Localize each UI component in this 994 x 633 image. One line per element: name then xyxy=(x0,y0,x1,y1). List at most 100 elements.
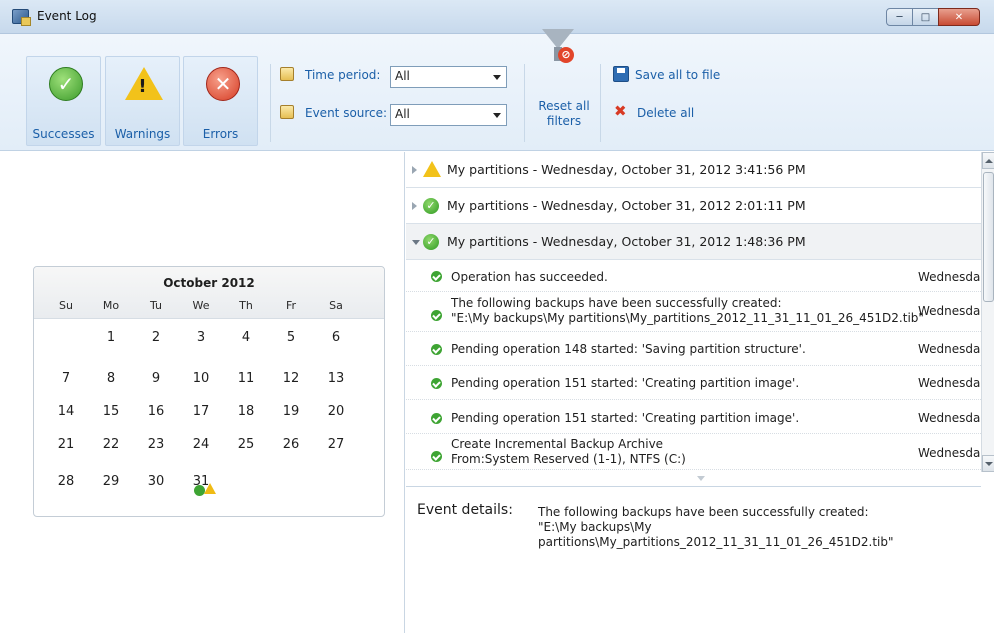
calendar-day[interactable]: 3 xyxy=(181,330,221,345)
event-entry-row[interactable]: Operation has succeeded. Wednesda xyxy=(406,260,981,292)
calendar-day[interactable]: 16 xyxy=(136,404,176,419)
event-entry-row[interactable]: The following backups have been successf… xyxy=(406,292,981,332)
warning-icon xyxy=(423,161,441,177)
title-bar: Event Log ─ □ ✕ xyxy=(0,0,994,34)
event-group-row-expanded[interactable]: ✓ My partitions - Wednesday, October 31,… xyxy=(406,224,981,260)
calendar-day[interactable]: 30 xyxy=(136,474,176,489)
event-details-label: Event details: xyxy=(417,502,513,518)
calendar-day[interactable]: 29 xyxy=(91,474,131,489)
scroll-down-button[interactable] xyxy=(982,455,994,472)
calendar-day[interactable]: 1 xyxy=(91,330,131,345)
calendar-day[interactable]: 18 xyxy=(226,404,266,419)
toolbar-separator xyxy=(600,64,601,142)
calendar-day[interactable]: 14 xyxy=(46,404,86,419)
event-list: My partitions - Wednesday, October 31, 2… xyxy=(406,152,981,487)
warning-mark-icon: ! xyxy=(138,76,147,97)
success-icon: ✓ xyxy=(423,234,439,250)
event-details-text: The following backups have been successf… xyxy=(538,505,894,549)
calendar-day[interactable]: 9 xyxy=(136,371,176,386)
success-icon xyxy=(431,451,442,462)
calendar-day[interactable]: 6 xyxy=(316,330,356,345)
calendar-day[interactable]: 27 xyxy=(316,437,356,452)
calendar-day[interactable]: 4 xyxy=(226,330,266,345)
event-entry-row[interactable]: Create Incremental Backup Archive From:S… xyxy=(406,434,981,470)
warnings-filter-button[interactable]: ! Warnings xyxy=(105,56,180,146)
event-entry-row[interactable]: Pending operation 151 started: 'Creating… xyxy=(406,400,981,434)
calendar-day[interactable]: 25 xyxy=(226,437,266,452)
reset-filters-label[interactable]: Reset all filters xyxy=(529,99,599,129)
event-entry-date: Wednesda xyxy=(918,342,981,356)
success-icon xyxy=(431,271,442,282)
event-source-icon xyxy=(280,105,294,119)
calendar-day[interactable]: 26 xyxy=(271,437,311,452)
toolbar: ✓ Successes ! Warnings ✕ Errors Time per… xyxy=(0,34,994,151)
successes-filter-button[interactable]: ✓ Successes xyxy=(26,56,101,146)
more-arrow-icon xyxy=(697,476,705,481)
time-period-value: All xyxy=(395,69,410,83)
weekday-label: Mo xyxy=(102,299,120,312)
maximize-button[interactable]: □ xyxy=(912,8,939,26)
errors-filter-button[interactable]: ✕ Errors xyxy=(183,56,258,146)
event-entry-date: Wednesda xyxy=(918,270,981,284)
calendar-day[interactable]: 2 xyxy=(136,330,176,345)
chevron-down-icon xyxy=(493,75,501,80)
event-source-value: All xyxy=(395,107,410,121)
delete-icon[interactable]: ✖ xyxy=(614,104,630,120)
time-period-select[interactable]: All xyxy=(390,66,507,88)
reset-filters-button[interactable]: ⊘ xyxy=(542,29,576,65)
event-source-select[interactable]: All xyxy=(390,104,507,126)
minimize-button[interactable]: ─ xyxy=(886,8,913,26)
warnings-label: Warnings xyxy=(114,127,171,141)
calendar-day[interactable]: 22 xyxy=(91,437,131,452)
calendar-day[interactable]: 11 xyxy=(226,371,266,386)
expand-arrow-icon[interactable] xyxy=(412,202,417,210)
scroll-up-button[interactable] xyxy=(982,152,994,169)
calendar-day[interactable]: 17 xyxy=(181,404,221,419)
delete-all-button[interactable]: Delete all xyxy=(637,106,694,120)
calendar-day[interactable]: 12 xyxy=(271,371,311,386)
save-all-button[interactable]: Save all to file xyxy=(635,68,720,82)
calendar: October 2012 Su Mo Tu We Th Fr Sa 123456… xyxy=(33,266,385,517)
scroll-thumb[interactable] xyxy=(983,172,994,302)
calendar-day[interactable]: 23 xyxy=(136,437,176,452)
weekday-label: Tu xyxy=(149,299,163,312)
weekday-label: Su xyxy=(59,299,73,312)
calendar-day[interactable]: 13 xyxy=(316,371,356,386)
calendar-day[interactable]: 15 xyxy=(91,404,131,419)
collapse-arrow-icon[interactable] xyxy=(412,240,420,245)
calendar-day[interactable]: 10 xyxy=(181,371,221,386)
event-group-row[interactable]: My partitions - Wednesday, October 31, 2… xyxy=(406,152,981,188)
calendar-day[interactable]: 8 xyxy=(91,371,131,386)
event-entry-row[interactable]: Pending operation 151 started: 'Creating… xyxy=(406,366,981,400)
calendar-day[interactable]: 19 xyxy=(271,404,311,419)
errors-label: Errors xyxy=(202,127,239,141)
event-entry-date: Wednesda xyxy=(918,446,981,460)
save-icon[interactable] xyxy=(613,66,629,82)
event-list-scrollbar[interactable] xyxy=(981,152,994,472)
event-entry-text: Pending operation 148 started: 'Saving p… xyxy=(451,342,806,356)
toolbar-separator xyxy=(524,64,525,142)
window-controls: ─ □ ✕ xyxy=(886,8,980,26)
success-icon: ✓ xyxy=(423,198,439,214)
calendar-day[interactable]: 24 xyxy=(181,437,221,452)
event-entry-text: The following backups have been successf… xyxy=(451,296,924,325)
expand-arrow-icon[interactable] xyxy=(412,166,417,174)
calendar-day[interactable]: 28 xyxy=(46,474,86,489)
successes-label: Successes xyxy=(32,127,95,141)
calendar-day[interactable]: 5 xyxy=(271,330,311,345)
weekday-label: Fr xyxy=(285,299,297,312)
event-group-title: My partitions - Wednesday, October 31, 2… xyxy=(447,234,806,249)
event-entry-date: Wednesda xyxy=(918,376,981,390)
weekday-label: We xyxy=(192,299,210,312)
calendar-day[interactable]: 7 xyxy=(46,371,86,386)
event-entry-text: Pending operation 151 started: 'Creating… xyxy=(451,411,800,425)
toolbar-separator xyxy=(270,64,271,142)
close-button[interactable]: ✕ xyxy=(938,8,980,26)
event-group-row[interactable]: ✓ My partitions - Wednesday, October 31,… xyxy=(406,188,981,224)
calendar-day[interactable]: 20 xyxy=(316,404,356,419)
event-entry-row[interactable]: Pending operation 148 started: 'Saving p… xyxy=(406,332,981,366)
window-title: Event Log xyxy=(37,9,97,23)
calendar-day[interactable]: 21 xyxy=(46,437,86,452)
time-period-icon xyxy=(280,67,294,81)
time-period-label: Time period: xyxy=(305,68,381,82)
